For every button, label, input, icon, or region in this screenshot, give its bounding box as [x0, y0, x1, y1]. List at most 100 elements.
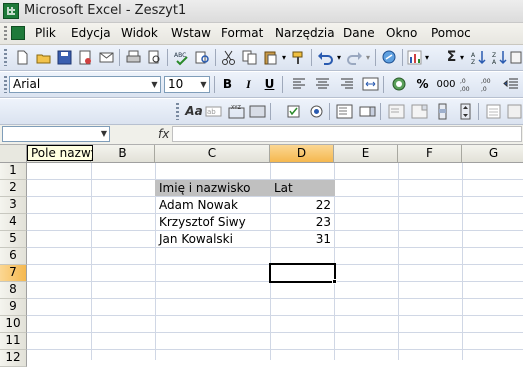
bold-button[interactable]: B: [219, 76, 236, 93]
toolbar-grip-icon[interactable]: [4, 76, 7, 93]
menu-grip-icon[interactable]: [4, 26, 7, 41]
spreadsheet-grid[interactable]: A B C D E F G 1 2 3 4 5 6 7 8 9 10 11 12…: [0, 145, 523, 367]
increase-decimal-icon[interactable]: ,0,00: [460, 76, 477, 93]
name-box[interactable]: ▼: [2, 126, 110, 142]
align-center-icon[interactable]: [314, 76, 331, 93]
workbook-icon[interactable]: [11, 26, 25, 40]
column-header-b[interactable]: B: [91, 145, 155, 163]
format-painter-icon[interactable]: [290, 49, 307, 66]
scroll-bar-control-icon[interactable]: [434, 103, 451, 120]
insert-function-button[interactable]: fx: [158, 127, 169, 141]
copy-icon[interactable]: [241, 49, 258, 66]
row-header-12[interactable]: 12: [0, 350, 27, 367]
open-icon[interactable]: [35, 49, 52, 66]
sort-descending-icon[interactable]: ZA: [491, 49, 508, 66]
row-header-7[interactable]: 7: [0, 265, 27, 282]
menu-format[interactable]: Format: [221, 26, 263, 40]
menu-widok[interactable]: Widok: [121, 26, 158, 40]
group-box-icon[interactable]: XYZ: [228, 103, 245, 120]
font-size-select[interactable]: 10 ▼: [164, 76, 210, 93]
row-header-2[interactable]: 2: [0, 180, 27, 197]
cell-d5[interactable]: 31: [270, 231, 331, 247]
permission-icon[interactable]: [77, 49, 94, 66]
active-cell-selection[interactable]: [269, 263, 336, 283]
decrease-indent-icon[interactable]: [502, 76, 519, 93]
combo-list-edit-icon[interactable]: [388, 103, 405, 120]
currency-icon[interactable]: [391, 76, 408, 93]
print-preview-icon[interactable]: [146, 49, 163, 66]
menu-pomoc[interactable]: Pomoc: [431, 26, 471, 40]
align-right-icon[interactable]: [338, 76, 355, 93]
research-icon[interactable]: [194, 49, 211, 66]
paste-dropdown-icon[interactable]: ▾: [280, 49, 288, 66]
cell-c5[interactable]: Jan Kowalski: [159, 231, 233, 247]
toolbar-grip-icon[interactable]: [176, 103, 179, 120]
row-header-5[interactable]: 5: [0, 231, 27, 248]
redo-dropdown-icon[interactable]: ▾: [364, 49, 372, 66]
hyperlink-icon[interactable]: [381, 49, 398, 66]
row-header-6[interactable]: 6: [0, 248, 27, 265]
menu-dane[interactable]: Dane: [343, 26, 375, 40]
label-button[interactable]: Aa: [184, 103, 204, 120]
spelling-icon[interactable]: ABC: [173, 49, 190, 66]
undo-dropdown-icon[interactable]: ▾: [335, 49, 343, 66]
name-box-dropdown-icon[interactable]: ▼: [101, 129, 107, 138]
undo-icon[interactable]: [317, 49, 334, 66]
drawing-icon[interactable]: [510, 49, 523, 66]
row-header-8[interactable]: 8: [0, 282, 27, 299]
option-button-icon[interactable]: [308, 103, 325, 120]
autosum-dropdown-icon[interactable]: ▾: [458, 49, 466, 66]
cell-c3[interactable]: Adam Nowak: [159, 197, 238, 213]
spinner-control-icon[interactable]: [457, 103, 474, 120]
row-header-10[interactable]: 10: [0, 316, 27, 333]
cell-d4[interactable]: 23: [270, 214, 331, 230]
font-name-dropdown-icon[interactable]: ▼: [149, 77, 160, 92]
merge-center-icon[interactable]: [362, 76, 379, 93]
italic-button[interactable]: I: [240, 76, 257, 93]
column-header-c[interactable]: C: [155, 145, 270, 163]
edit-code-icon[interactable]: [506, 103, 523, 120]
new-icon[interactable]: [14, 49, 31, 66]
paste-icon[interactable]: [262, 49, 279, 66]
sort-ascending-icon[interactable]: AZ: [470, 49, 487, 66]
thousands-separator-button[interactable]: 000: [436, 76, 456, 93]
menu-okno[interactable]: Okno: [386, 26, 417, 40]
chart-dropdown-icon[interactable]: ▾: [423, 49, 431, 66]
fill-handle[interactable]: [332, 279, 337, 284]
align-left-icon[interactable]: [291, 76, 308, 93]
save-icon[interactable]: [56, 49, 73, 66]
cell-c4[interactable]: Krzysztof Siwy: [159, 214, 246, 230]
checkbox-control-icon[interactable]: [285, 103, 302, 120]
row-header-1[interactable]: 1: [0, 163, 27, 180]
menu-wstaw[interactable]: Wstaw: [171, 26, 211, 40]
menu-edycja[interactable]: Edycja: [71, 26, 111, 40]
chart-wizard-icon[interactable]: [406, 49, 423, 66]
column-header-f[interactable]: F: [398, 145, 462, 163]
cell-c2[interactable]: Imię i nazwisko: [159, 180, 250, 196]
row-header-11[interactable]: 11: [0, 333, 27, 350]
control-properties-icon[interactable]: [485, 103, 502, 120]
underline-button[interactable]: U: [261, 76, 278, 93]
column-header-g[interactable]: G: [462, 145, 523, 163]
row-header-4[interactable]: 4: [0, 214, 27, 231]
button-control-icon[interactable]: [249, 103, 266, 120]
print-icon[interactable]: [125, 49, 142, 66]
decrease-decimal-icon[interactable]: ,00,0: [481, 76, 498, 93]
font-name-select[interactable]: Arial ▼: [9, 76, 161, 93]
cut-icon[interactable]: [220, 49, 237, 66]
email-icon[interactable]: [98, 49, 115, 66]
combo-dropdown-edit-icon[interactable]: [411, 103, 428, 120]
menu-narzedzia[interactable]: Narzędzia: [275, 26, 335, 40]
column-header-d[interactable]: D: [270, 145, 334, 163]
combo-box-icon[interactable]: [359, 103, 376, 120]
select-all-corner[interactable]: [0, 145, 27, 163]
edit-box-icon[interactable]: ab: [205, 103, 222, 120]
redo-icon[interactable]: [346, 49, 363, 66]
formula-input[interactable]: [172, 126, 522, 142]
cell-d3[interactable]: 22: [270, 197, 331, 213]
toolbar-grip-icon[interactable]: [4, 49, 7, 66]
cell-d2[interactable]: Lat: [274, 180, 293, 196]
list-box-icon[interactable]: [336, 103, 353, 120]
percent-button[interactable]: %: [414, 76, 431, 93]
row-header-9[interactable]: 9: [0, 299, 27, 316]
